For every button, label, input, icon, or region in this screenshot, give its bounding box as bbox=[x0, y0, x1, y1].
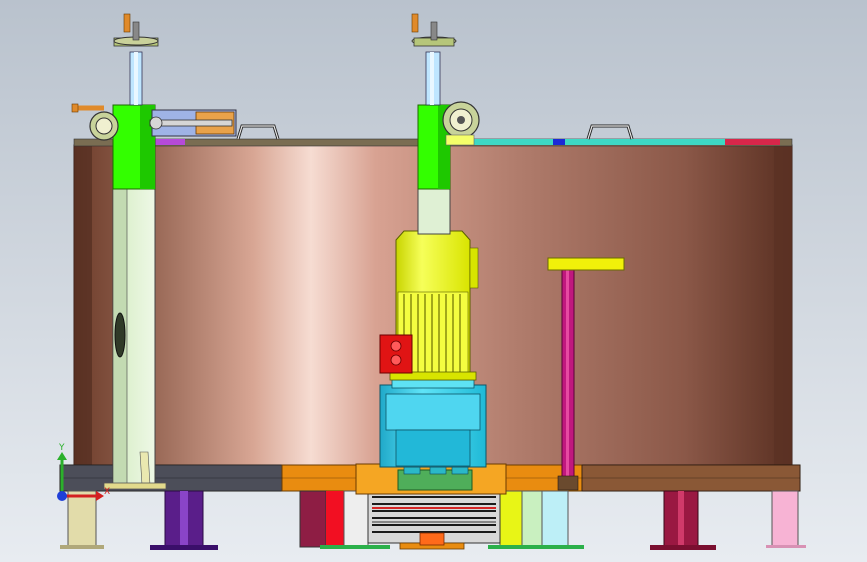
junction-box[interactable] bbox=[379, 334, 413, 374]
column-sight-window bbox=[114, 312, 126, 358]
motor-mount bbox=[355, 463, 507, 495]
cad-viewport[interactable]: Y X bbox=[0, 0, 867, 562]
right-gear-crank[interactable] bbox=[442, 101, 480, 146]
gearbox[interactable] bbox=[379, 379, 487, 468]
pulley-assembly[interactable] bbox=[367, 490, 501, 550]
triad-z-axis bbox=[57, 491, 67, 501]
assembly-drawing[interactable]: Y X bbox=[0, 0, 867, 562]
horizontal-actuator[interactable] bbox=[149, 109, 237, 137]
triad-y-label: Y bbox=[58, 443, 65, 453]
lid-blue-marker bbox=[553, 139, 565, 145]
lid-red-strip bbox=[725, 139, 780, 145]
lid-purple-marker bbox=[155, 139, 185, 145]
triad-x-label: X bbox=[104, 487, 110, 497]
